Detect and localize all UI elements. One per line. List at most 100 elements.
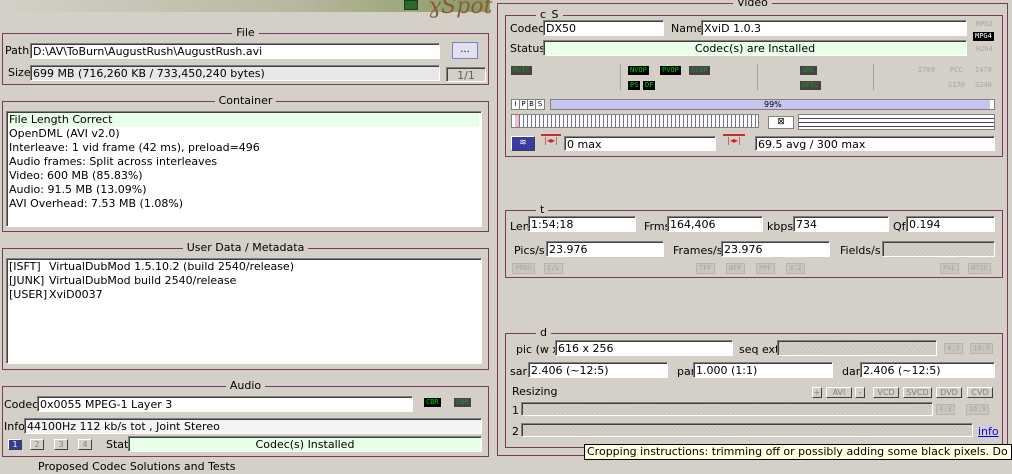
video-status-field: Codec(s) are Installed (543, 40, 967, 56)
tff-tag: TFF (696, 263, 715, 274)
scrub-handle[interactable]: ⊠ (768, 116, 794, 129)
resize-dvd-button[interactable]: DVD (936, 387, 962, 398)
proposed-codec-frame-title: Proposed Codec Solutions and Tests (38, 460, 236, 473)
container-line: Audio: 91.5 MB (13.09%) (9, 183, 147, 196)
resize-row2-label: 2 (512, 425, 519, 438)
frames-field: 23.976 (721, 241, 830, 257)
seqext-label: seq ext (739, 343, 780, 356)
container-line: Audio frames: Split across interleaves (9, 155, 218, 168)
fields-field (882, 241, 995, 257)
kbps-field: 734 (793, 216, 889, 232)
dar-field: 2.406 (~12:5) (860, 362, 995, 378)
userdata-value: VirtualDubMod build 2540/release (49, 274, 237, 287)
stream-button-1[interactable]: 1 (8, 439, 22, 450)
logo-mark (404, 0, 418, 10)
frame-type-p: P (520, 100, 528, 109)
qf-field: 0.194 (906, 216, 995, 232)
userdata-row: [JUNK] VirtualDubMod build 2540/release (9, 274, 479, 288)
frame-type-i: I (512, 100, 520, 109)
pics-label: Pics/s (514, 244, 545, 257)
userdata-row: [USER] XviD0037 (9, 288, 479, 302)
container-line: Interleave: 1 vid frame (42 ms), preload… (9, 141, 260, 154)
il-tag: I/L (544, 263, 563, 274)
stream-button-2[interactable]: 2 (30, 439, 44, 450)
ar-43-tag: 4:3 (944, 343, 963, 354)
pvop-flag: PVOP (660, 66, 681, 75)
crop-tooltip: Cropping instructions: trimming off or p… (584, 444, 1012, 460)
userdata-key: [ISFT] (9, 260, 41, 273)
userdata-value: XviD0037 (49, 288, 103, 301)
frame-marker (515, 115, 519, 127)
resize-svcd-button[interactable]: SVCD (903, 387, 932, 398)
max-right-field: 69.5 avg / 300 max (755, 136, 995, 151)
browse-button[interactable]: ... (452, 42, 478, 59)
pal-tag: PAL (940, 263, 959, 274)
pulldown-tag: 3:2 (786, 263, 805, 274)
container-info-box: File Length Correct OpenDML (AVI v2.0) I… (6, 111, 482, 227)
nvop-flag: NVOP (628, 66, 649, 75)
video-status-label: Status (510, 42, 546, 55)
audio-codec-label: Codec (4, 398, 39, 411)
gmc-flag: GMC (800, 66, 817, 75)
video-name-field: XviD 1.0.3 (701, 20, 967, 36)
pcc-flag: PCC (950, 66, 963, 74)
userdata-value: VirtualDubMod 1.5.10.2 (build 2540/relea… (49, 260, 294, 273)
size-field: 699 MB (716,260 KB / 733,450,240 bytes) (30, 65, 440, 81)
kbps-label: kbps (767, 220, 794, 233)
svop-flag: SVOP (689, 66, 710, 75)
mpg2-tag: MPG2 (976, 20, 993, 28)
frame-ticks-bar (511, 114, 759, 128)
resize-plus-button[interactable]: + (812, 387, 822, 398)
audio-codec-field: 0x0055 MPEG-1 Layer 3 (37, 396, 413, 412)
divider (757, 64, 758, 90)
resize-cvd-button[interactable]: CVD (967, 387, 993, 398)
stream-button-3[interactable]: 3 (54, 439, 68, 450)
mvic-flag: MVIC (511, 66, 532, 75)
bff-tag: BFF (726, 263, 745, 274)
bitrate-lines (798, 114, 995, 130)
stream-button-4[interactable]: 4 (78, 439, 92, 450)
frame-type-b: B (528, 100, 536, 109)
s170-flag: S170 (948, 81, 965, 89)
sar-field: 2.406 (~12:5) (528, 362, 668, 378)
resize-minus-button[interactable]: - (855, 387, 865, 398)
h264-tag: H264 (976, 45, 993, 53)
pic-field: 616 x 256 (555, 340, 733, 356)
container-line: OpenDML (AVI v2.0) (9, 127, 120, 140)
sar-label: sar (510, 365, 527, 378)
userdata-frame-title: User Data / Metadata (182, 241, 309, 254)
resize-row1-label: 1 (512, 404, 519, 417)
userdata-row: [ISFT] VirtualDubMod 1.5.10.2 (build 2540… (9, 260, 479, 274)
container-line: Video: 600 MB (85.83%) (9, 169, 143, 182)
path-field[interactable]: D:\AV\ToBurn\AugustRush\AugustRush.avi (30, 43, 440, 59)
frame-type-s: S (537, 100, 543, 108)
fields-label: Fields/s (840, 244, 881, 257)
container-line: AVI Overhead: 7.53 MB (1.08%) (9, 197, 184, 210)
resize-avi-button[interactable]: AVI (826, 387, 852, 398)
df-flag: DF (643, 81, 656, 90)
gop-marker-left: |◂▸| (541, 134, 561, 152)
vfw-icon[interactable]: ≋ (511, 136, 535, 151)
divider (873, 64, 874, 90)
userdata-key: [USER] (9, 288, 48, 301)
audio-info-label: Info (4, 420, 25, 433)
video-codec-field: DX50 (543, 20, 664, 36)
audio-stat-field: Codec(s) Installed (128, 436, 482, 452)
ar-169-tag: 16:9 (970, 343, 993, 354)
vbr-flag: VBR (454, 398, 471, 407)
ipbs-box: I P B S (511, 99, 545, 110)
row1-169-tag: 16:9 (966, 404, 989, 415)
crop-info-link[interactable]: info (978, 425, 999, 439)
resize-vcd-button[interactable]: VCD (873, 387, 899, 398)
resize-row1-field (521, 402, 933, 416)
d-frame-title: d (536, 326, 551, 339)
mpg4-tag: MPG4 (973, 32, 994, 41)
ppf-tag: PPF (756, 263, 775, 274)
dar-label: dar (842, 365, 861, 378)
userdata-key: [JUNK] (9, 274, 45, 287)
pics-field: 23.976 (546, 241, 664, 257)
gspot-logo: ɣSpot (428, 0, 493, 19)
qf-label: Qf (893, 220, 906, 233)
part-field: 1/1 (446, 67, 486, 82)
pic-label: pic (w x (516, 343, 559, 356)
